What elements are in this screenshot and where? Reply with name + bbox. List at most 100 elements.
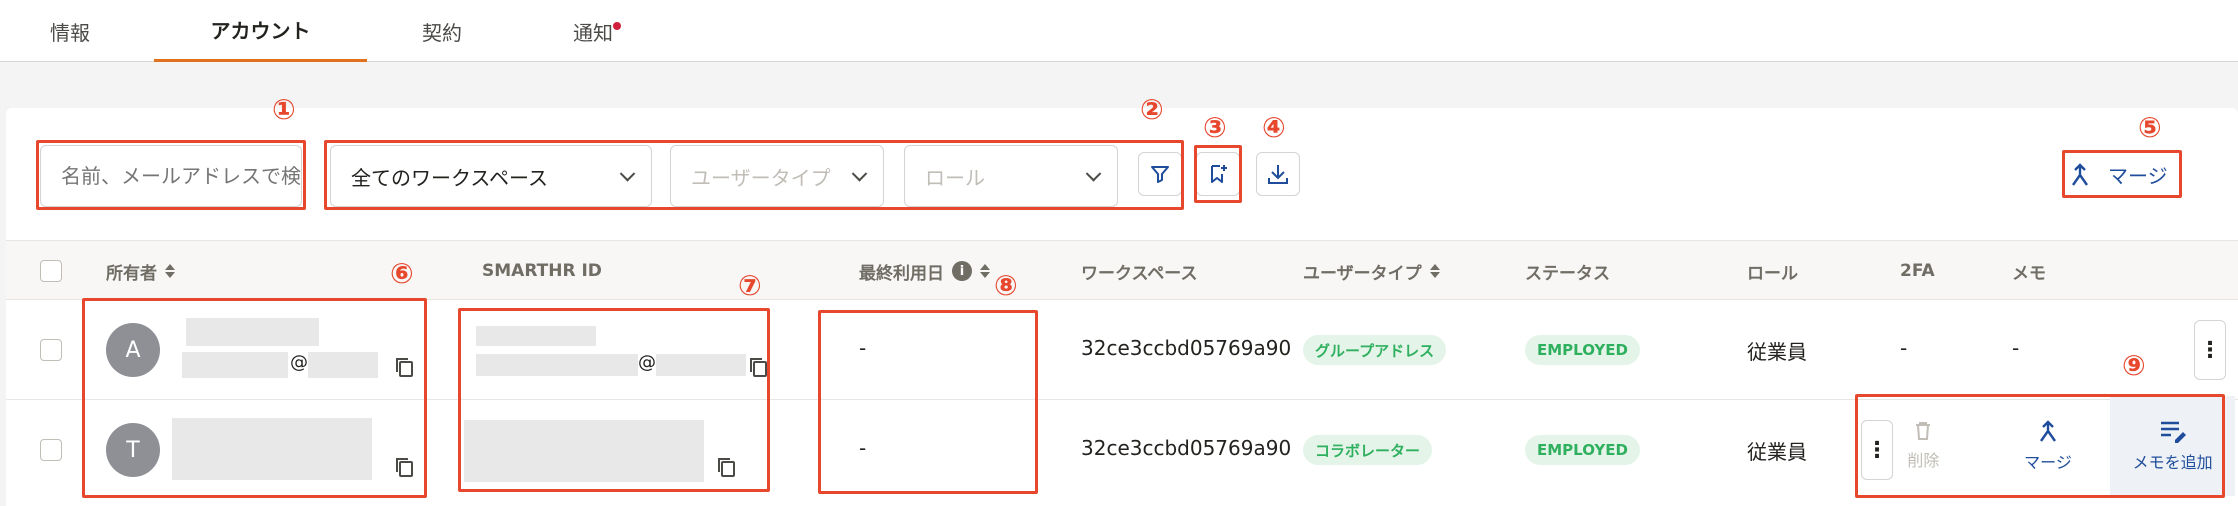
- tab-notifications-label: 通知: [573, 20, 613, 45]
- table-row: A @ @ - 32ce3ccbd05769a90 グループアドレス EMPLO…: [6, 300, 2238, 400]
- select-all-checkbox[interactable]: [40, 260, 62, 282]
- redacted-name-email: [172, 418, 372, 480]
- header-2fa-label: 2FA: [1900, 261, 1935, 281]
- email-at: @: [290, 352, 308, 373]
- role-value: 従業員: [1747, 340, 1807, 364]
- redacted-id-email: [464, 420, 704, 482]
- download-icon: [1268, 165, 1288, 184]
- header-role: ロール: [1747, 241, 1798, 301]
- workspace-value[interactable]: 32ce3ccbd05769a90: [1081, 336, 1293, 360]
- account-page: 情報 アカウント 契約 通知 全てのワークスペース ユーザータイプ ロール: [0, 0, 2238, 506]
- status-badge: EMPLOYED: [1525, 435, 1640, 465]
- annotation-number-4: ④: [1262, 111, 1286, 144]
- add-memo-button[interactable]: メモを追加: [2110, 396, 2236, 496]
- id-email-at: @: [638, 352, 656, 373]
- copy-icon[interactable]: [394, 456, 414, 478]
- header-workspace-label: ワークスペース: [1081, 263, 1198, 284]
- user-type-badge: グループアドレス: [1303, 335, 1447, 365]
- user-type-placeholder: ユーザータイプ: [691, 165, 831, 190]
- header-user-type-label: ユーザータイプ: [1303, 263, 1422, 284]
- twofa-value: -: [1900, 336, 1908, 360]
- download-button[interactable]: [1256, 152, 1300, 196]
- header-status: ステータス: [1525, 241, 1610, 301]
- annotation-number-3: ③: [1203, 111, 1227, 144]
- chevron-down-icon: [1085, 166, 1102, 182]
- header-last-used[interactable]: 最終利用日 i: [859, 241, 990, 301]
- annotation-number-9: ⑨: [2122, 349, 2146, 382]
- header-user-type[interactable]: ユーザータイプ: [1303, 241, 1440, 301]
- avatar: T: [106, 423, 160, 477]
- chevron-down-icon: [851, 166, 868, 182]
- add-memo-button-label: メモを追加: [2132, 453, 2213, 472]
- avatar: A: [106, 323, 160, 377]
- workspace-select-value: 全てのワークスペース: [351, 165, 548, 190]
- edit-note-icon: [2160, 421, 2186, 443]
- merge-button-label: マージ: [2108, 164, 2168, 188]
- annotation-number-8: ⑧: [994, 269, 1018, 302]
- header-smarthr-id: SMARTHR ID: [482, 241, 602, 301]
- status-badge: EMPLOYED: [1525, 335, 1640, 365]
- search-input[interactable]: [40, 145, 302, 207]
- bookmark-add-icon: [1211, 165, 1227, 183]
- memo-value: -: [2012, 336, 2020, 360]
- tab-bar: 情報 アカウント 契約 通知: [0, 0, 2238, 62]
- redacted-email-local: [182, 352, 288, 378]
- tab-notifications[interactable]: 通知: [568, 0, 621, 62]
- copy-icon[interactable]: [394, 356, 414, 378]
- annotation-number-7: ⑦: [738, 269, 762, 302]
- role-value: 従業員: [1747, 440, 1807, 464]
- merge-icon: [2072, 162, 2088, 186]
- trash-icon: [1916, 422, 1931, 440]
- delete-button-label: 削除: [1907, 451, 1940, 470]
- redacted-email-domain: [308, 352, 378, 378]
- header-memo: メモ: [2012, 241, 2046, 301]
- user-type-select[interactable]: ユーザータイプ: [670, 145, 884, 207]
- row-checkbox[interactable]: [40, 439, 62, 461]
- table-header: 所有者 SMARTHR ID 最終利用日 i ワークスペース ユーザータイプ ス…: [6, 240, 2238, 300]
- user-type-badge: コラボレーター: [1303, 435, 1433, 465]
- annotation-number-1: ①: [272, 93, 296, 126]
- annotation-number-6: ⑥: [390, 257, 414, 290]
- redacted-name: [186, 318, 319, 346]
- redacted-id: [476, 326, 596, 346]
- copy-icon[interactable]: [748, 356, 768, 378]
- last-used-value: -: [859, 436, 867, 460]
- header-role-label: ロール: [1747, 263, 1798, 284]
- tab-contract[interactable]: 契約: [412, 0, 472, 62]
- row-merge-button-label: マージ: [2024, 453, 2072, 472]
- annotation-number-5: ⑤: [2138, 111, 2162, 144]
- row-merge-button[interactable]: マージ: [1986, 396, 2111, 496]
- merge-button[interactable]: マージ: [2070, 160, 2168, 189]
- workspace-value[interactable]: 32ce3ccbd05769a90: [1081, 436, 1293, 460]
- row-menu-button[interactable]: ⋮: [2194, 320, 2226, 380]
- notification-dot: [613, 22, 621, 30]
- filter-icon: [1151, 166, 1169, 183]
- redacted-id-email-domain: [656, 354, 746, 376]
- sort-icon: [1429, 264, 1440, 278]
- header-owner[interactable]: 所有者: [106, 241, 175, 301]
- header-smarthr-id-label: SMARTHR ID: [482, 261, 602, 281]
- merge-icon: [2040, 420, 2056, 442]
- tab-account[interactable]: アカウント: [154, 0, 367, 62]
- workspace-select[interactable]: 全てのワークスペース: [330, 145, 652, 207]
- header-memo-label: メモ: [2012, 263, 2046, 284]
- header-last-used-label: 最終利用日: [859, 263, 944, 284]
- header-status-label: ステータス: [1525, 263, 1610, 284]
- tab-info[interactable]: 情報: [40, 0, 100, 62]
- save-filter-button[interactable]: [1196, 152, 1240, 196]
- annotation-number-2: ②: [1140, 93, 1164, 126]
- redacted-id-email-local: [476, 354, 638, 376]
- info-icon[interactable]: i: [952, 261, 972, 281]
- row-checkbox[interactable]: [40, 339, 62, 361]
- chevron-down-icon: [619, 166, 636, 182]
- sort-icon: [980, 264, 990, 278]
- copy-icon[interactable]: [716, 456, 736, 478]
- role-placeholder: ロール: [925, 165, 985, 190]
- header-workspace: ワークスペース: [1081, 241, 1197, 301]
- role-select[interactable]: ロール: [904, 145, 1118, 207]
- last-used-value: -: [859, 336, 867, 360]
- delete-button[interactable]: 削除: [1861, 396, 1986, 496]
- row-action-menu: 削除 マージ メモを追加: [1861, 396, 2236, 496]
- header-owner-label: 所有者: [106, 263, 157, 284]
- filter-button[interactable]: [1138, 152, 1182, 196]
